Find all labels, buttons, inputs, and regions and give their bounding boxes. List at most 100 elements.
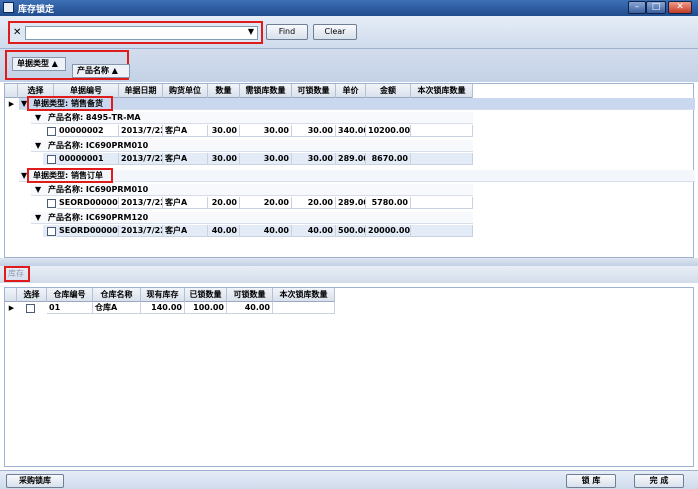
col-header[interactable]: 金额 [366, 84, 411, 98]
row-checkbox[interactable] [47, 199, 56, 208]
product-group-row[interactable]: ▼ 产品名称: IC690PRM120 [31, 212, 473, 224]
col-header[interactable]: 仓库编号 [47, 288, 93, 302]
collapse-icon[interactable]: ▼ [35, 141, 41, 150]
lock-qty-input[interactable] [411, 225, 473, 237]
row-checkbox[interactable] [26, 304, 35, 313]
lock-qty-input[interactable] [273, 302, 335, 314]
row-checkbox[interactable] [47, 127, 56, 136]
product-group-label: 产品名称: IC690PRM010 [47, 185, 149, 194]
lock-qty-input[interactable] [411, 153, 473, 165]
inventory-grid-header: 选择 仓库编号 仓库名称 现有库存 已锁数量 可锁数量 本次锁库数量 [5, 288, 335, 302]
lock-qty-input[interactable] [411, 197, 473, 209]
customer: 客户A [163, 197, 208, 209]
unit-price: 289.00 [336, 197, 366, 209]
group-label: 单据类型: 销售订单 [33, 171, 103, 180]
collapse-icon[interactable]: ▼ [35, 213, 41, 222]
col-header[interactable]: 选择 [17, 288, 47, 302]
close-button[interactable]: ✕ [668, 1, 692, 14]
product-group-row[interactable]: ▼ 产品名称: 8495-TR-MA [31, 112, 473, 124]
doc-number: SEORD000004 [57, 197, 119, 209]
doc-number: 00000001 [57, 153, 119, 165]
clear-button[interactable]: Clear [313, 24, 357, 40]
col-header[interactable]: 可锁数量 [292, 84, 336, 98]
available-qty: 40.00 [227, 302, 273, 314]
row-checkbox[interactable] [47, 227, 56, 236]
current-stock: 140.00 [141, 302, 185, 314]
row-selector-header [5, 84, 18, 98]
find-button[interactable]: Find [266, 24, 308, 40]
col-header[interactable]: 可锁数量 [227, 288, 273, 302]
quantity: 40.00 [208, 225, 240, 237]
product-group-row[interactable]: ▼ 产品名称: IC690PRM010 [31, 184, 473, 196]
doc-date: 2013/7/22 [119, 225, 163, 237]
product-group-row[interactable]: ▼ 产品名称: IC690PRM010 [31, 140, 473, 152]
group-row[interactable]: ▼ [19, 98, 695, 110]
clear-filter-icon[interactable]: ✕ [13, 27, 21, 38]
splitter[interactable] [0, 258, 698, 266]
row-indicator-icon: ▶ [8, 100, 15, 108]
product-group-label: 产品名称: 8495-TR-MA [47, 113, 141, 122]
col-header[interactable]: 需锁库数量 [240, 84, 292, 98]
row-selector-header [5, 288, 17, 302]
inventory-panel-header [0, 266, 698, 283]
col-header[interactable]: 购货单位 [163, 84, 208, 98]
group-label: 单据类型: 销售备货 [33, 99, 103, 108]
locked-qty: 100.00 [185, 302, 227, 314]
amount: 8670.00 [366, 153, 411, 165]
search-box: ✕ ▼ [8, 21, 263, 44]
col-header[interactable]: 本次锁库数量 [411, 84, 473, 98]
bottom-toolbar: 采购锁库 锁 库 完 成 [0, 470, 698, 489]
group-by-highlight: 单据类型 ▲ 产品名称 ▲ [5, 50, 130, 80]
dropdown-arrow-icon[interactable]: ▼ [248, 27, 254, 36]
maximize-button[interactable]: □ [646, 1, 666, 14]
collapse-icon[interactable]: ▼ [35, 185, 41, 194]
need-lock-qty: 30.00 [240, 153, 292, 165]
quantity: 30.00 [208, 153, 240, 165]
inventory-grid: 选择 仓库编号 仓库名称 现有库存 已锁数量 可锁数量 本次锁库数量 ▶ 01 … [4, 287, 694, 467]
customer: 客户A [163, 125, 208, 137]
purchase-lock-button[interactable]: 采购锁库 [6, 474, 64, 488]
product-group-label: 产品名称: IC690PRM120 [47, 213, 149, 222]
need-lock-qty: 30.00 [240, 125, 292, 137]
doc-number: SEORD000005 [57, 225, 119, 237]
doc-date: 2013/7/22 [119, 153, 163, 165]
row-checkbox[interactable] [47, 155, 56, 164]
available-qty: 20.00 [292, 197, 336, 209]
col-header[interactable]: 仓库名称 [93, 288, 141, 302]
inventory-tab[interactable]: 库存 [4, 266, 30, 282]
col-header[interactable]: 已锁数量 [185, 288, 227, 302]
title-bar: 库存锁定 – □ ✕ [0, 0, 698, 16]
lock-button[interactable]: 锁 库 [566, 474, 616, 488]
unit-price: 289.00 [336, 153, 366, 165]
lock-qty-input[interactable] [411, 125, 473, 137]
available-qty: 30.00 [292, 153, 336, 165]
group-by-panel: 单据类型 ▲ 产品名称 ▲ [0, 49, 698, 82]
minimize-button[interactable]: – [628, 1, 646, 14]
col-header[interactable]: 现有库存 [141, 288, 185, 302]
app-icon [3, 2, 14, 13]
group-row[interactable]: ▼ [19, 170, 695, 182]
orders-grid: 选择 单据编号 单据日期 购货单位 数量 需锁库数量 可锁数量 单价 金额 本次… [4, 83, 695, 258]
doc-number: 00000002 [57, 125, 119, 137]
window-title: 库存锁定 [18, 5, 55, 15]
unit-price: 500.00 [336, 225, 366, 237]
group-chip-doc-type[interactable]: 单据类型 ▲ [12, 57, 66, 71]
collapse-icon[interactable]: ▼ [35, 113, 41, 122]
group-chip-product-name[interactable]: 产品名称 ▲ [72, 64, 130, 78]
col-header[interactable]: 数量 [208, 84, 240, 98]
done-button[interactable]: 完 成 [634, 474, 684, 488]
col-header[interactable]: 单价 [336, 84, 366, 98]
amount: 5780.00 [366, 197, 411, 209]
col-header[interactable]: 单据日期 [119, 84, 163, 98]
amount: 20000.00 [366, 225, 411, 237]
customer: 客户A [163, 153, 208, 165]
search-input[interactable]: ▼ [25, 26, 258, 40]
amount: 10200.00 [366, 125, 411, 137]
col-header[interactable]: 本次锁库数量 [273, 288, 335, 302]
quantity: 30.00 [208, 125, 240, 137]
doc-date: 2013/7/22 [119, 125, 163, 137]
product-group-label: 产品名称: IC690PRM010 [47, 141, 149, 150]
need-lock-qty: 20.00 [240, 197, 292, 209]
warehouse-name: 仓库A [93, 302, 141, 314]
available-qty: 40.00 [292, 225, 336, 237]
